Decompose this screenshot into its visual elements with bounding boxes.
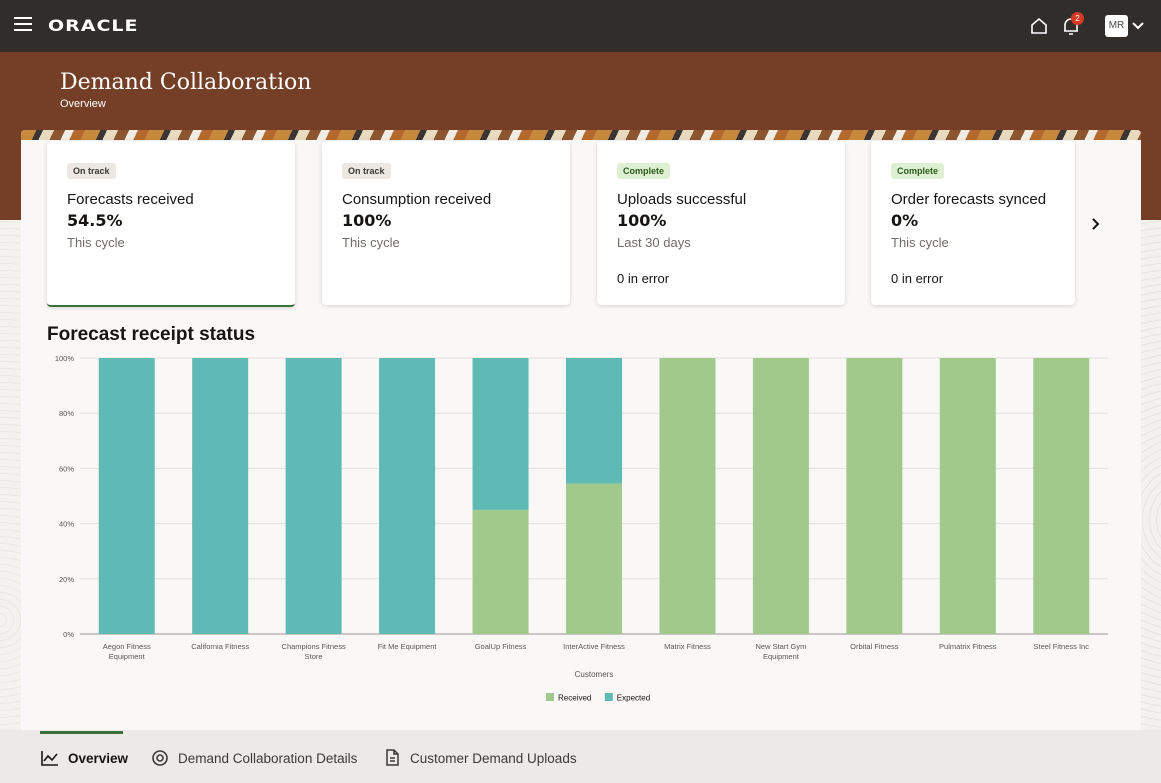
oracle-logo[interactable]: ORACLE: [48, 17, 139, 36]
status-badge: Complete: [617, 163, 671, 179]
legend-swatch: [546, 693, 554, 701]
bar-expected: [472, 358, 529, 510]
tab-overview[interactable]: Overview: [40, 738, 128, 778]
status-badge: On track: [342, 163, 391, 179]
x-tick-label: Steel Fitness Inc: [1034, 642, 1090, 651]
x-tick-label: New Start Gym Equipment: [755, 642, 806, 661]
top-bar: ORACLE 2 MR: [0, 0, 1161, 52]
tab-demand-collaboration-details[interactable]: Demand Collaboration Details: [150, 738, 357, 778]
chevron-down-icon[interactable]: [1131, 19, 1145, 33]
forecast-receipt-chart: 0% 20% 40% 60% 80% 100% Aegon Fitness Equipment…: [55, 354, 1108, 703]
card-title: Consumption received: [342, 191, 492, 208]
bar-received: [566, 483, 622, 634]
card-period: This cycle: [67, 235, 125, 250]
y-tick-label: 100%: [55, 354, 75, 363]
tab-label: Customer Demand Uploads: [410, 750, 577, 766]
x-tick-label: Champions Fitness Store: [282, 642, 346, 661]
card-value: 0%: [891, 211, 919, 230]
chart-title: Forecast receipt status: [47, 324, 256, 345]
decorative-stripe: [21, 130, 1141, 140]
document-upload-icon: [386, 749, 399, 766]
target-icon: [152, 750, 168, 766]
card-order-forecasts-synced[interactable]: Complete Order forecasts synced 0% This …: [871, 141, 1075, 305]
avatar[interactable]: MR: [1105, 15, 1128, 37]
bar-expected: [379, 358, 436, 634]
x-tick-label: Orbital Fitness: [850, 642, 899, 651]
active-tab-indicator: [40, 731, 123, 734]
legend-swatch: [604, 693, 613, 701]
bar-received: [659, 358, 716, 634]
y-tick-label: 0%: [63, 630, 74, 639]
y-tick-label: 20%: [59, 575, 74, 584]
card-value: 100%: [617, 211, 667, 230]
card-consumption-received[interactable]: On track Consumption received 100% This …: [322, 141, 570, 305]
x-tick-label: GoalUp Fitness: [475, 642, 527, 651]
card-uploads-successful[interactable]: Complete Uploads successful 100% Last 30…: [597, 141, 845, 305]
x-tick-label: Matrix Fitness: [664, 642, 711, 651]
bar-received: [939, 358, 996, 634]
page-subtitle: Overview: [60, 98, 106, 110]
card-period: Last 30 days: [617, 235, 691, 250]
notification-badge: 2: [1071, 12, 1084, 25]
y-tick-label: 80%: [59, 409, 74, 418]
bar-expected: [192, 358, 249, 634]
x-tick-label: Aegon Fitness Equipment: [103, 642, 151, 661]
card-title: Uploads successful: [617, 191, 747, 208]
status-badge: On track: [67, 163, 116, 179]
tab-label: Overview: [68, 750, 129, 766]
card-value: 100%: [342, 211, 392, 230]
legend-label: Received: [558, 694, 591, 703]
page-title: Demand Collaboration: [60, 70, 312, 95]
x-tick-label: Pulmatrix Fitness: [939, 642, 997, 651]
card-forecasts-received[interactable]: On track Forecasts received 54.5% This c…: [47, 141, 295, 307]
card-error-count: 0 in error: [891, 271, 944, 286]
bar-received: [846, 358, 903, 634]
line-chart-icon: [41, 751, 58, 766]
bar-expected: [98, 358, 155, 634]
card-period: This cycle: [891, 235, 949, 250]
bar-expected: [566, 358, 622, 484]
x-tick-label: California Fitness: [191, 642, 249, 651]
x-tick-label: Fit Me Equipment: [378, 642, 438, 651]
home-icon[interactable]: [1029, 16, 1049, 36]
card-title: Order forecasts synced: [891, 191, 1047, 208]
menu-icon[interactable]: [14, 17, 32, 31]
card-period: This cycle: [342, 235, 400, 250]
tab-customer-demand-uploads[interactable]: Customer Demand Uploads: [382, 738, 577, 778]
chevron-right-icon[interactable]: [1084, 212, 1108, 236]
tab-label: Demand Collaboration Details: [178, 750, 358, 766]
card-title: Forecasts received: [67, 191, 194, 208]
bar-received: [752, 358, 809, 634]
y-tick-label: 40%: [59, 520, 74, 529]
x-tick-label: InterActive Fitness: [563, 642, 625, 651]
card-value: 54.5%: [67, 211, 123, 230]
x-axis-title: Customers: [575, 670, 614, 679]
card-error-count: 0 in error: [617, 271, 670, 286]
bar-expected: [285, 358, 342, 634]
status-badge: Complete: [891, 163, 945, 179]
bar-received: [472, 509, 529, 634]
legend-label: Expected: [617, 694, 650, 703]
bar-received: [1033, 358, 1090, 634]
y-tick-label: 60%: [59, 464, 74, 473]
